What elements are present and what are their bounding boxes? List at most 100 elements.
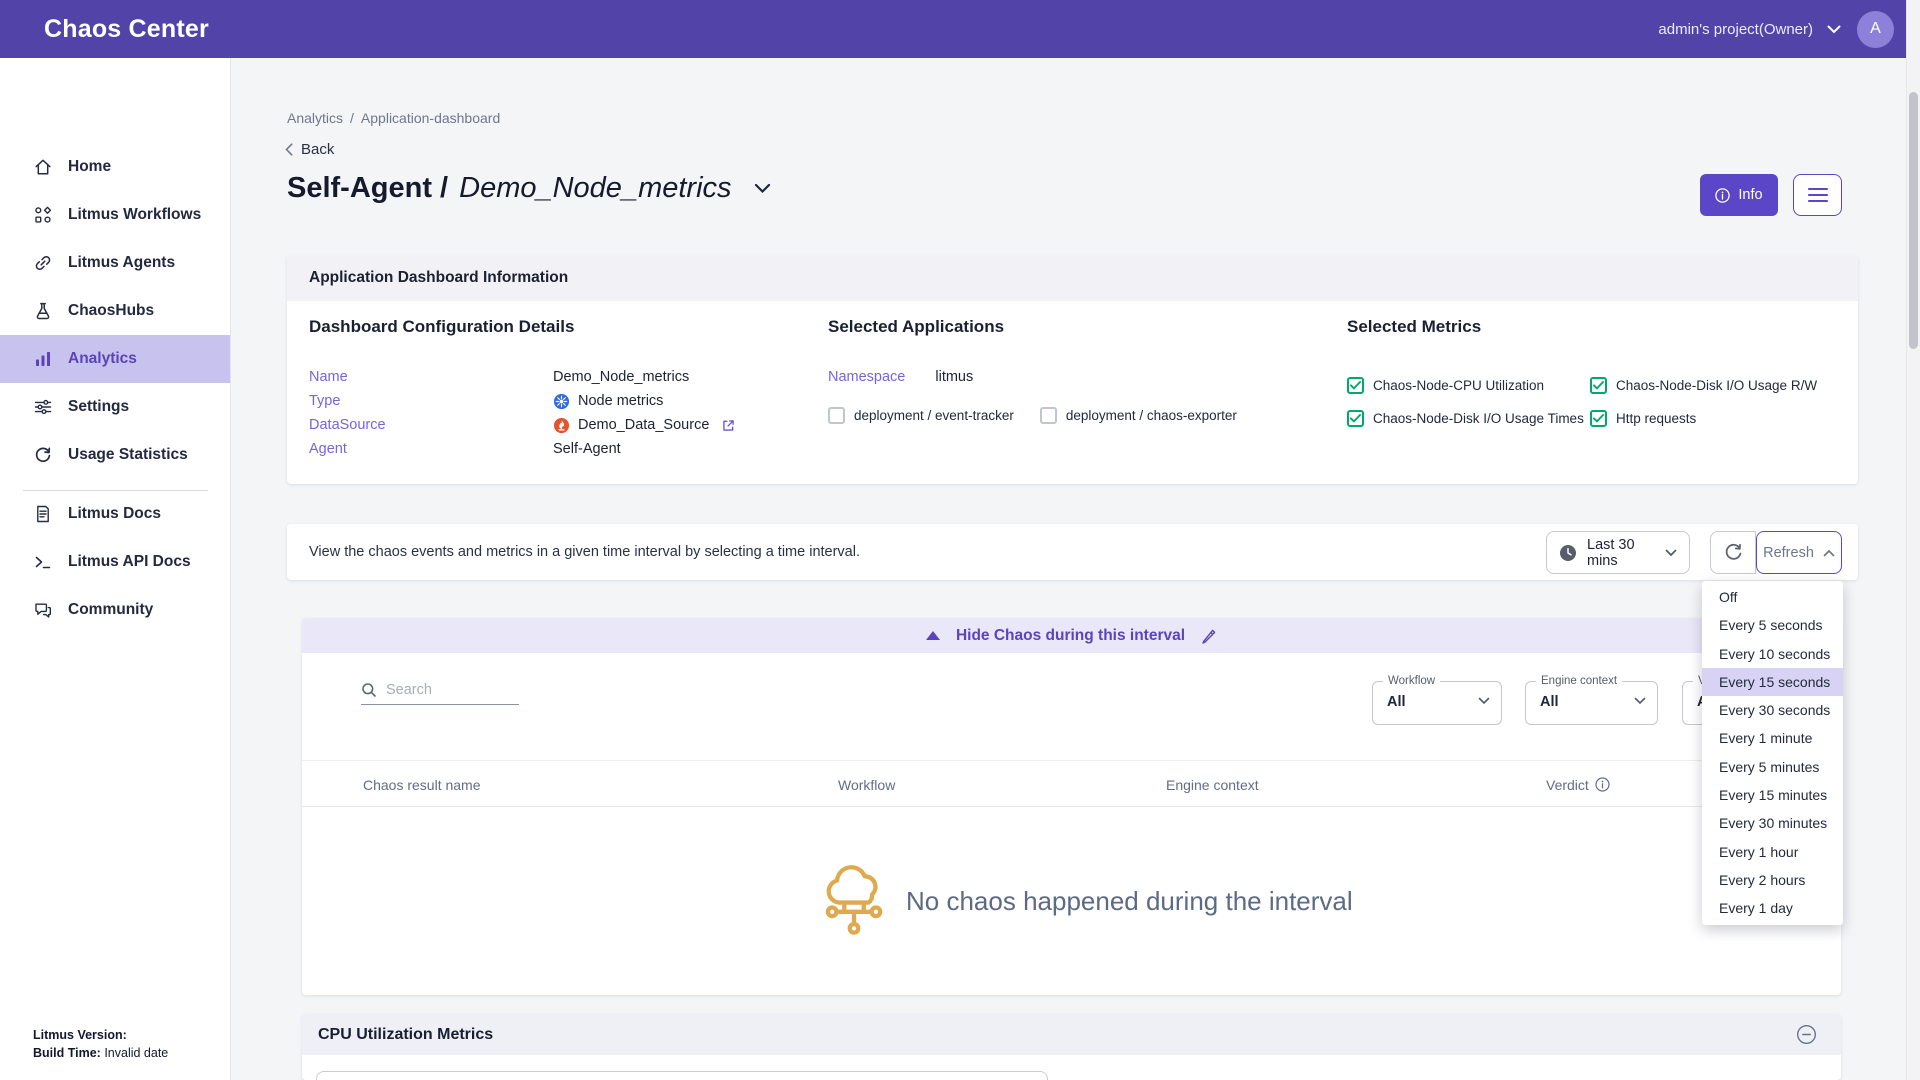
- title-dashboard-name: Demo_Node_metrics: [459, 172, 731, 205]
- checkbox-checked-icon[interactable]: [1590, 377, 1607, 394]
- chat-icon: [33, 600, 53, 620]
- cpu-metrics-header: CPU Utilization Metrics: [302, 1014, 1841, 1055]
- breadcrumb-analytics[interactable]: Analytics: [287, 110, 343, 126]
- info-circle-icon[interactable]: [1595, 777, 1610, 792]
- menu-item-every-1-minute[interactable]: Every 1 minute: [1702, 724, 1843, 752]
- column-chaos-result-name: Chaos result name: [363, 761, 481, 808]
- circular-arrow-icon: [33, 445, 53, 465]
- scrollbar-thumb[interactable]: [1909, 92, 1918, 349]
- column-engine-context: Engine context: [1166, 761, 1259, 808]
- refresh-dropdown-button[interactable]: Refresh: [1756, 531, 1842, 574]
- menu-item-every-5-seconds[interactable]: Every 5 seconds: [1702, 611, 1843, 639]
- sliders-icon: [33, 397, 53, 417]
- sidebar-item-litmus-docs[interactable]: Litmus Docs: [0, 490, 230, 538]
- checkbox-chaos-exporter[interactable]: deployment / chaos-exporter: [1040, 407, 1237, 424]
- info-button[interactable]: Info: [1700, 174, 1778, 216]
- search-field: [361, 682, 519, 705]
- selected-applications-title: Selected Applications: [828, 317, 1004, 337]
- sidebar: Home Litmus Workflows Litmus Agents Chao…: [0, 58, 231, 1080]
- workflow-filter[interactable]: Workflow All: [1372, 681, 1502, 725]
- flask-icon: [33, 301, 53, 321]
- checkbox-unchecked-icon[interactable]: [1040, 407, 1057, 424]
- sidebar-item-chaoshubs[interactable]: ChaosHubs: [0, 287, 230, 335]
- hamburger-icon: [1808, 188, 1828, 190]
- external-link-icon[interactable]: [721, 418, 736, 433]
- sidebar-item-label: Usage Statistics: [68, 446, 188, 464]
- breadcrumb-application-dashboard[interactable]: Application-dashboard: [361, 110, 500, 126]
- menu-item-every-30-minutes[interactable]: Every 30 minutes: [1702, 809, 1843, 837]
- column-verdict: Verdict: [1546, 761, 1610, 808]
- menu-item-every-2-hours[interactable]: Every 2 hours: [1702, 866, 1843, 894]
- back-link[interactable]: Back: [285, 141, 334, 158]
- avatar[interactable]: A: [1857, 11, 1894, 48]
- sidebar-secondary-nav: Litmus Docs Litmus API Docs Community: [0, 490, 230, 634]
- version-info: Litmus Version: Build Time: Invalid date: [33, 1026, 168, 1062]
- checkbox-http-requests[interactable]: Http requests: [1590, 410, 1696, 427]
- hide-chaos-toggle[interactable]: Hide Chaos during this interval: [302, 618, 1841, 653]
- namespace-label[interactable]: Namespace: [828, 369, 905, 385]
- metric-checkboxes: Chaos-Node-CPU Utilization Chaos-Node-Di…: [1347, 377, 1817, 443]
- collapse-minus-icon[interactable]: [1796, 1024, 1817, 1045]
- build-time-value: Invalid date: [104, 1046, 168, 1060]
- cpu-metrics-card: CPU Utilization Metrics: [302, 1014, 1841, 1080]
- sidebar-item-label: Litmus Workflows: [68, 206, 201, 224]
- menu-item-every-15-seconds[interactable]: Every 15 seconds: [1702, 668, 1843, 696]
- empty-state: No chaos happened during the interval: [820, 861, 1353, 949]
- sidebar-item-litmus-workflows[interactable]: Litmus Workflows: [0, 191, 230, 239]
- sidebar-nav: Home Litmus Workflows Litmus Agents Chao…: [0, 143, 230, 479]
- bar-chart-icon: [33, 349, 53, 369]
- sidebar-item-settings[interactable]: Settings: [0, 383, 230, 431]
- search-input[interactable]: [386, 682, 504, 698]
- checkbox-event-tracker[interactable]: deployment / event-tracker: [828, 407, 1014, 424]
- sidebar-item-litmus-agents[interactable]: Litmus Agents: [0, 239, 230, 287]
- menu-item-off[interactable]: Off: [1702, 583, 1843, 611]
- chaos-table-card: Hide Chaos during this interval Workflow…: [302, 618, 1841, 995]
- sidebar-item-home[interactable]: Home: [0, 143, 230, 191]
- sidebar-item-label: ChaosHubs: [68, 302, 154, 320]
- sidebar-item-analytics[interactable]: Analytics: [0, 335, 230, 383]
- chevron-down-icon: [1665, 549, 1677, 557]
- header-right: admin's project(Owner) A: [1658, 0, 1894, 58]
- document-icon: [33, 504, 53, 524]
- engine-context-filter[interactable]: Engine context All: [1525, 681, 1658, 725]
- sidebar-item-usage-statistics[interactable]: Usage Statistics: [0, 431, 230, 479]
- checkbox-cpu-utilization[interactable]: Chaos-Node-CPU Utilization: [1347, 377, 1590, 394]
- checkbox-unchecked-icon[interactable]: [828, 407, 845, 424]
- refresh-now-button[interactable]: [1710, 531, 1756, 574]
- menu-item-every-1-hour[interactable]: Every 1 hour: [1702, 838, 1843, 866]
- config-row-type: Type Node metrics: [309, 389, 736, 413]
- dashboard-info-header: Application Dashboard Information: [287, 255, 1858, 301]
- sidebar-item-community[interactable]: Community: [0, 586, 230, 634]
- menu-item-every-30-seconds[interactable]: Every 30 seconds: [1702, 696, 1843, 724]
- prometheus-icon: [553, 417, 570, 434]
- workflows-icon: [33, 205, 53, 225]
- chevron-down-icon: [1478, 697, 1490, 705]
- edit-pencil-icon[interactable]: [1201, 628, 1217, 644]
- time-range-select[interactable]: Last 30 mins: [1546, 531, 1690, 574]
- config-row-name: Name Demo_Node_metrics: [309, 365, 736, 389]
- sidebar-item-label: Litmus API Docs: [68, 553, 191, 571]
- sidebar-item-label: Litmus Docs: [68, 505, 161, 523]
- menu-item-every-10-seconds[interactable]: Every 10 seconds: [1702, 640, 1843, 668]
- project-selector[interactable]: admin's project(Owner): [1658, 21, 1841, 38]
- sidebar-item-label: Home: [68, 158, 111, 176]
- config-rows: Name Demo_Node_metrics Type Node metrics…: [309, 365, 736, 461]
- checkbox-checked-icon[interactable]: [1347, 410, 1364, 427]
- checkbox-checked-icon[interactable]: [1590, 410, 1607, 427]
- chevron-left-icon: [285, 143, 293, 156]
- title-agent: Self-Agent /: [287, 172, 448, 205]
- hamburger-menu-button[interactable]: [1793, 174, 1842, 216]
- menu-item-every-1-day[interactable]: Every 1 day: [1702, 894, 1843, 922]
- top-header: Chaos Center admin's project(Owner) A: [0, 0, 1920, 58]
- menu-item-every-5-minutes[interactable]: Every 5 minutes: [1702, 753, 1843, 781]
- application-checkboxes: deployment / event-tracker deployment / …: [828, 407, 1237, 424]
- sidebar-item-litmus-api-docs[interactable]: Litmus API Docs: [0, 538, 230, 586]
- checkbox-checked-icon[interactable]: [1347, 377, 1364, 394]
- refresh-icon: [1723, 542, 1744, 563]
- menu-item-every-15-minutes[interactable]: Every 15 minutes: [1702, 781, 1843, 809]
- brand-title: Chaos Center: [44, 15, 209, 44]
- chevron-down-icon: [1827, 25, 1841, 34]
- title-chevron-down-icon[interactable]: [754, 183, 771, 194]
- checkbox-disk-io-times[interactable]: Chaos-Node-Disk I/O Usage Times: [1347, 410, 1590, 427]
- checkbox-disk-io-rw[interactable]: Chaos-Node-Disk I/O Usage R/W: [1590, 377, 1817, 394]
